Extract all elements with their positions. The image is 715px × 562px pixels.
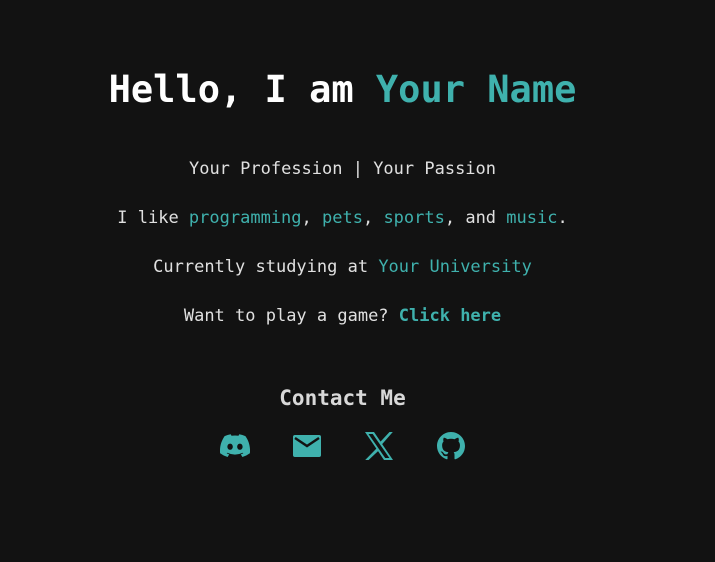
mail-icon[interactable] [291,430,323,462]
profession-line: Your Profession | Your Passion [188,159,497,179]
game-line: Want to play a game? Click here [0,304,685,328]
contact-icons [0,430,685,462]
contact-title: Contact Me [279,386,406,410]
study-line: Currently studying at Your University [0,255,685,279]
study-prefix: Currently studying at [153,257,379,277]
github-icon[interactable] [435,430,467,462]
like-link-music[interactable]: music [506,208,557,228]
page-title: Hello, I am Your Name [0,66,685,114]
likes-separator: , and [444,208,507,228]
page: Hello, I am Your Name Your Profession | … [0,0,715,562]
game-link[interactable]: Click here [399,306,501,326]
game-prefix: Want to play a game? [183,306,399,326]
discord-icon[interactable] [219,430,251,462]
x-icon[interactable] [363,430,395,462]
name-text: Your Name [375,68,577,111]
likes-prefix: I like [117,208,189,228]
like-link-sports[interactable]: sports [383,208,444,228]
likes-separator: , [301,208,322,228]
like-link-programming[interactable]: programming [189,208,302,228]
likes-line: I like programming, pets, sports, and mu… [0,206,685,230]
likes-suffix: . [557,208,568,228]
greeting-text: Hello, I am [108,68,376,111]
like-link-pets[interactable]: pets [322,208,363,228]
university-link[interactable]: Your University [378,257,532,277]
likes-separator: , [362,208,384,228]
